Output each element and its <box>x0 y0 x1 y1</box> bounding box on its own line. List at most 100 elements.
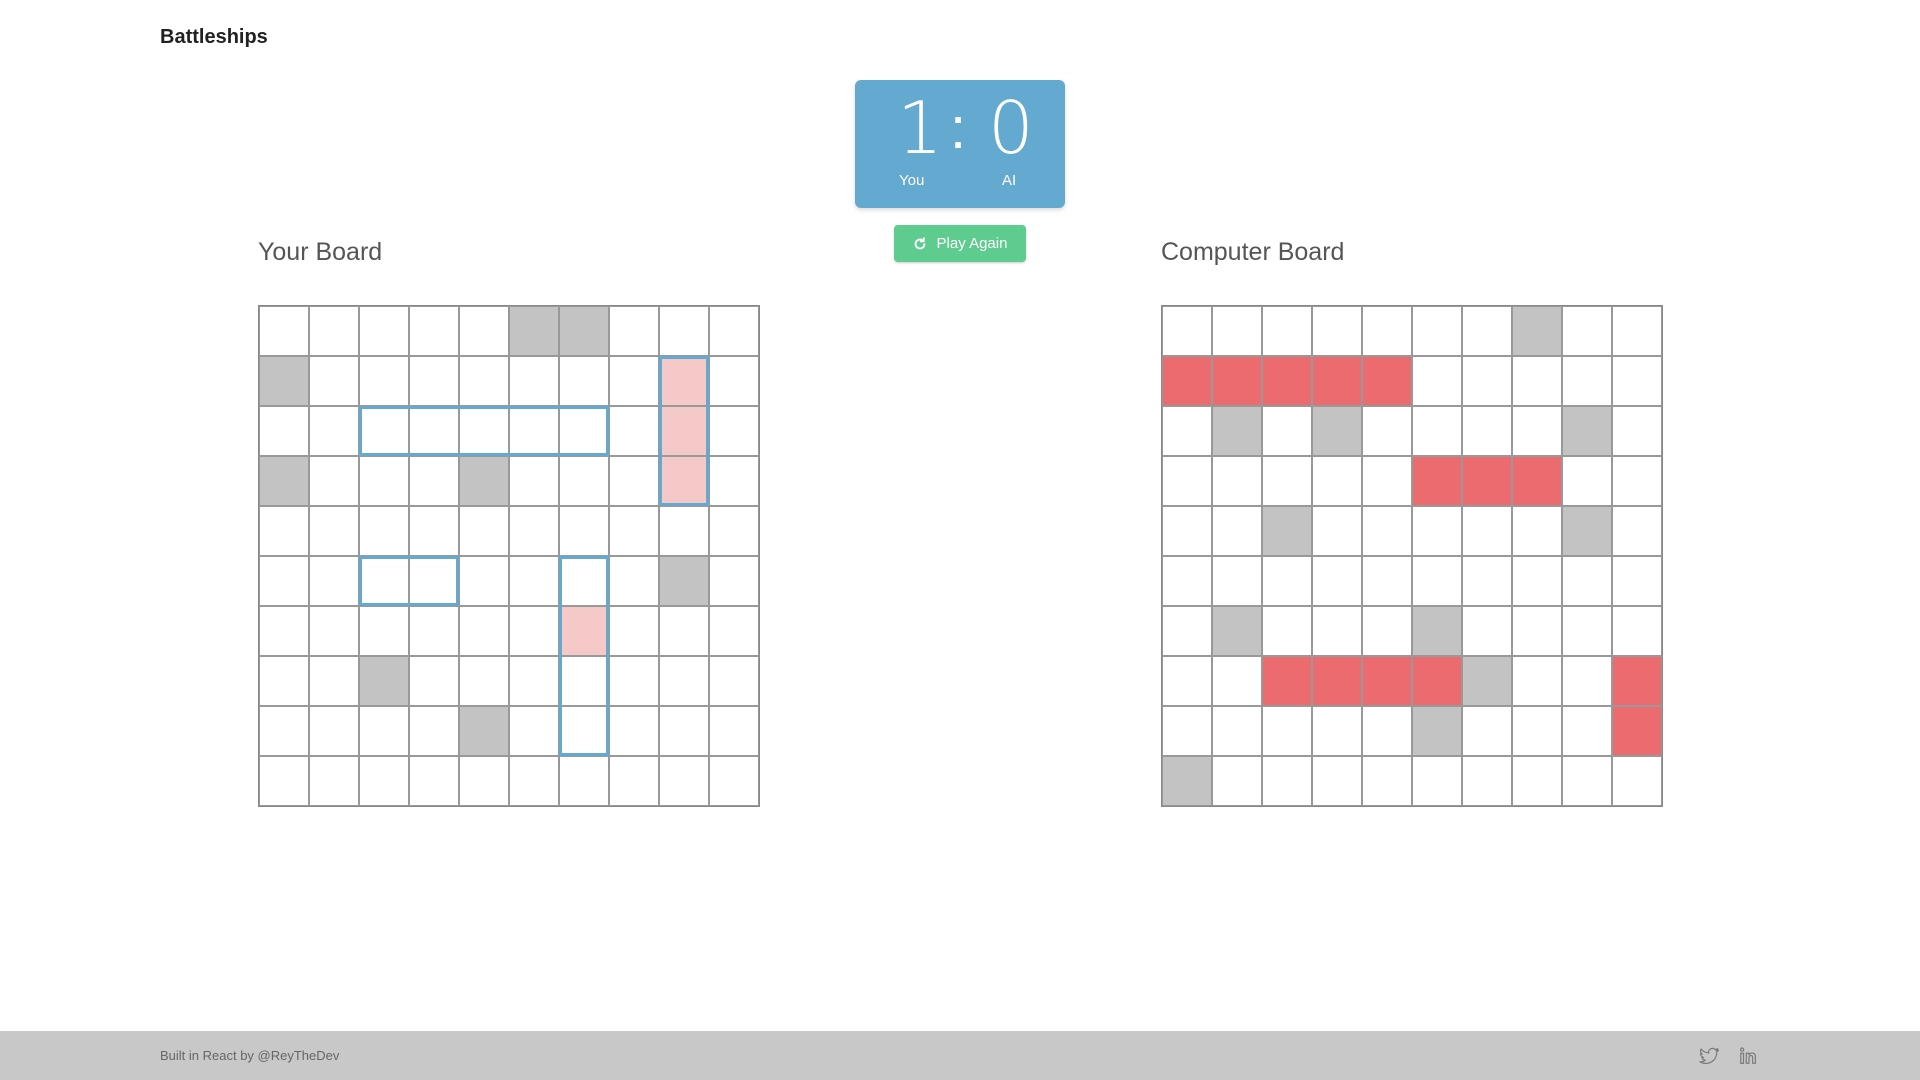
board-cell-4-1[interactable] <box>1212 506 1262 556</box>
board-cell-5-6[interactable] <box>1462 556 1512 606</box>
board-cell-6-6[interactable] <box>1462 606 1512 656</box>
board-cell-2-2[interactable] <box>1262 406 1312 456</box>
board-cell-6-3[interactable] <box>1312 606 1362 656</box>
board-cell-1-9[interactable] <box>1612 356 1662 406</box>
board-cell-7-7[interactable] <box>1512 656 1562 706</box>
board-cell-3-2[interactable] <box>1262 456 1312 506</box>
board-cell-9-8[interactable] <box>1562 756 1612 806</box>
board-cell-1-8[interactable] <box>1562 356 1612 406</box>
board-cell-8-2[interactable] <box>1262 706 1312 756</box>
board-cell-1-2[interactable] <box>1262 356 1312 406</box>
board-cell-4-9[interactable] <box>1612 506 1662 556</box>
board-cell-3-9[interactable] <box>1612 456 1662 506</box>
twitter-icon[interactable] <box>1698 1045 1720 1067</box>
board-cell-8-3[interactable] <box>1312 706 1362 756</box>
board-cell-3-1[interactable] <box>1212 456 1262 506</box>
board-cell-1-0[interactable] <box>1162 356 1212 406</box>
board-cell-8-1[interactable] <box>1212 706 1262 756</box>
board-cell-5-4[interactable] <box>1362 556 1412 606</box>
board-cell-2-0[interactable] <box>1162 406 1212 456</box>
board-cell-7-9[interactable] <box>1612 656 1662 706</box>
board-cell-8-7[interactable] <box>1512 706 1562 756</box>
board-cell-9-4[interactable] <box>1362 756 1412 806</box>
board-cell-3-7[interactable] <box>1512 456 1562 506</box>
board-cell-0-4[interactable] <box>1362 306 1412 356</box>
board-cell-9-0[interactable] <box>1162 756 1212 806</box>
board-cell-9-1[interactable] <box>1212 756 1262 806</box>
board-cell-1-7[interactable] <box>1512 356 1562 406</box>
board-cell-5-3[interactable] <box>1312 556 1362 606</box>
board-cell-6-8[interactable] <box>1562 606 1612 656</box>
board-cell-4-6[interactable] <box>1462 506 1512 556</box>
board-cell-7-0[interactable] <box>1162 656 1212 706</box>
board-cell-7-6[interactable] <box>1462 656 1512 706</box>
board-cell-0-3[interactable] <box>1312 306 1362 356</box>
board-cell-3-5[interactable] <box>1412 456 1462 506</box>
board-cell-5-9[interactable] <box>1612 556 1662 606</box>
board-cell-7-3[interactable] <box>1312 656 1362 706</box>
board-cell-4-3[interactable] <box>1312 506 1362 556</box>
board-cell-0-9[interactable] <box>1612 306 1662 356</box>
board-cell-8-5[interactable] <box>1412 706 1462 756</box>
board-cell-4-0[interactable] <box>1162 506 1212 556</box>
board-cell-6-0[interactable] <box>1162 606 1212 656</box>
board-cell-2-5[interactable] <box>1412 406 1462 456</box>
board-cell-9-7[interactable] <box>1512 756 1562 806</box>
board-cell-4-2[interactable] <box>1262 506 1312 556</box>
linkedin-icon[interactable] <box>1738 1045 1760 1067</box>
board-cell-8-4[interactable] <box>1362 706 1412 756</box>
board-cell-5-7[interactable] <box>1512 556 1562 606</box>
board-cell-7-1[interactable] <box>1212 656 1262 706</box>
board-cell-8-0[interactable] <box>1162 706 1212 756</box>
board-cell-0-5[interactable] <box>1412 306 1462 356</box>
board-cell-5-8[interactable] <box>1562 556 1612 606</box>
board-cell-8-8[interactable] <box>1562 706 1612 756</box>
board-cell-0-1[interactable] <box>1212 306 1262 356</box>
board-cell-2-7[interactable] <box>1512 406 1562 456</box>
board-cell-6-2[interactable] <box>1262 606 1312 656</box>
board-cell-5-1[interactable] <box>1212 556 1262 606</box>
board-cell-4-8[interactable] <box>1562 506 1612 556</box>
board-cell-9-9[interactable] <box>1612 756 1662 806</box>
board-cell-1-6[interactable] <box>1462 356 1512 406</box>
board-cell-2-3[interactable] <box>1312 406 1362 456</box>
board-cell-6-9[interactable] <box>1612 606 1662 656</box>
board-cell-2-6[interactable] <box>1462 406 1512 456</box>
board-cell-5-0[interactable] <box>1162 556 1212 606</box>
board-cell-1-1[interactable] <box>1212 356 1262 406</box>
board-cell-6-7[interactable] <box>1512 606 1562 656</box>
board-cell-2-1[interactable] <box>1212 406 1262 456</box>
board-cell-4-4[interactable] <box>1362 506 1412 556</box>
board-cell-2-8[interactable] <box>1562 406 1612 456</box>
board-cell-7-4[interactable] <box>1362 656 1412 706</box>
board-cell-1-5[interactable] <box>1412 356 1462 406</box>
board-cell-8-6[interactable] <box>1462 706 1512 756</box>
board-cell-0-8[interactable] <box>1562 306 1612 356</box>
board-cell-3-4[interactable] <box>1362 456 1412 506</box>
board-cell-0-0[interactable] <box>1162 306 1212 356</box>
board-cell-8-9[interactable] <box>1612 706 1662 756</box>
board-cell-6-5[interactable] <box>1412 606 1462 656</box>
board-cell-5-5[interactable] <box>1412 556 1462 606</box>
board-cell-9-3[interactable] <box>1312 756 1362 806</box>
board-cell-7-5[interactable] <box>1412 656 1462 706</box>
board-cell-3-8[interactable] <box>1562 456 1612 506</box>
board-cell-0-2[interactable] <box>1262 306 1312 356</box>
board-cell-9-6[interactable] <box>1462 756 1512 806</box>
board-cell-1-3[interactable] <box>1312 356 1362 406</box>
board-cell-7-2[interactable] <box>1262 656 1312 706</box>
board-cell-2-9[interactable] <box>1612 406 1662 456</box>
board-cell-9-2[interactable] <box>1262 756 1312 806</box>
board-cell-1-4[interactable] <box>1362 356 1412 406</box>
board-cell-4-7[interactable] <box>1512 506 1562 556</box>
board-cell-3-6[interactable] <box>1462 456 1512 506</box>
board-cell-0-7[interactable] <box>1512 306 1562 356</box>
board-cell-5-2[interactable] <box>1262 556 1312 606</box>
board-cell-7-8[interactable] <box>1562 656 1612 706</box>
play-again-button[interactable]: Play Again <box>894 225 1026 262</box>
board-cell-6-1[interactable] <box>1212 606 1262 656</box>
board-cell-3-0[interactable] <box>1162 456 1212 506</box>
board-cell-0-6[interactable] <box>1462 306 1512 356</box>
board-cell-3-3[interactable] <box>1312 456 1362 506</box>
board-cell-9-5[interactable] <box>1412 756 1462 806</box>
